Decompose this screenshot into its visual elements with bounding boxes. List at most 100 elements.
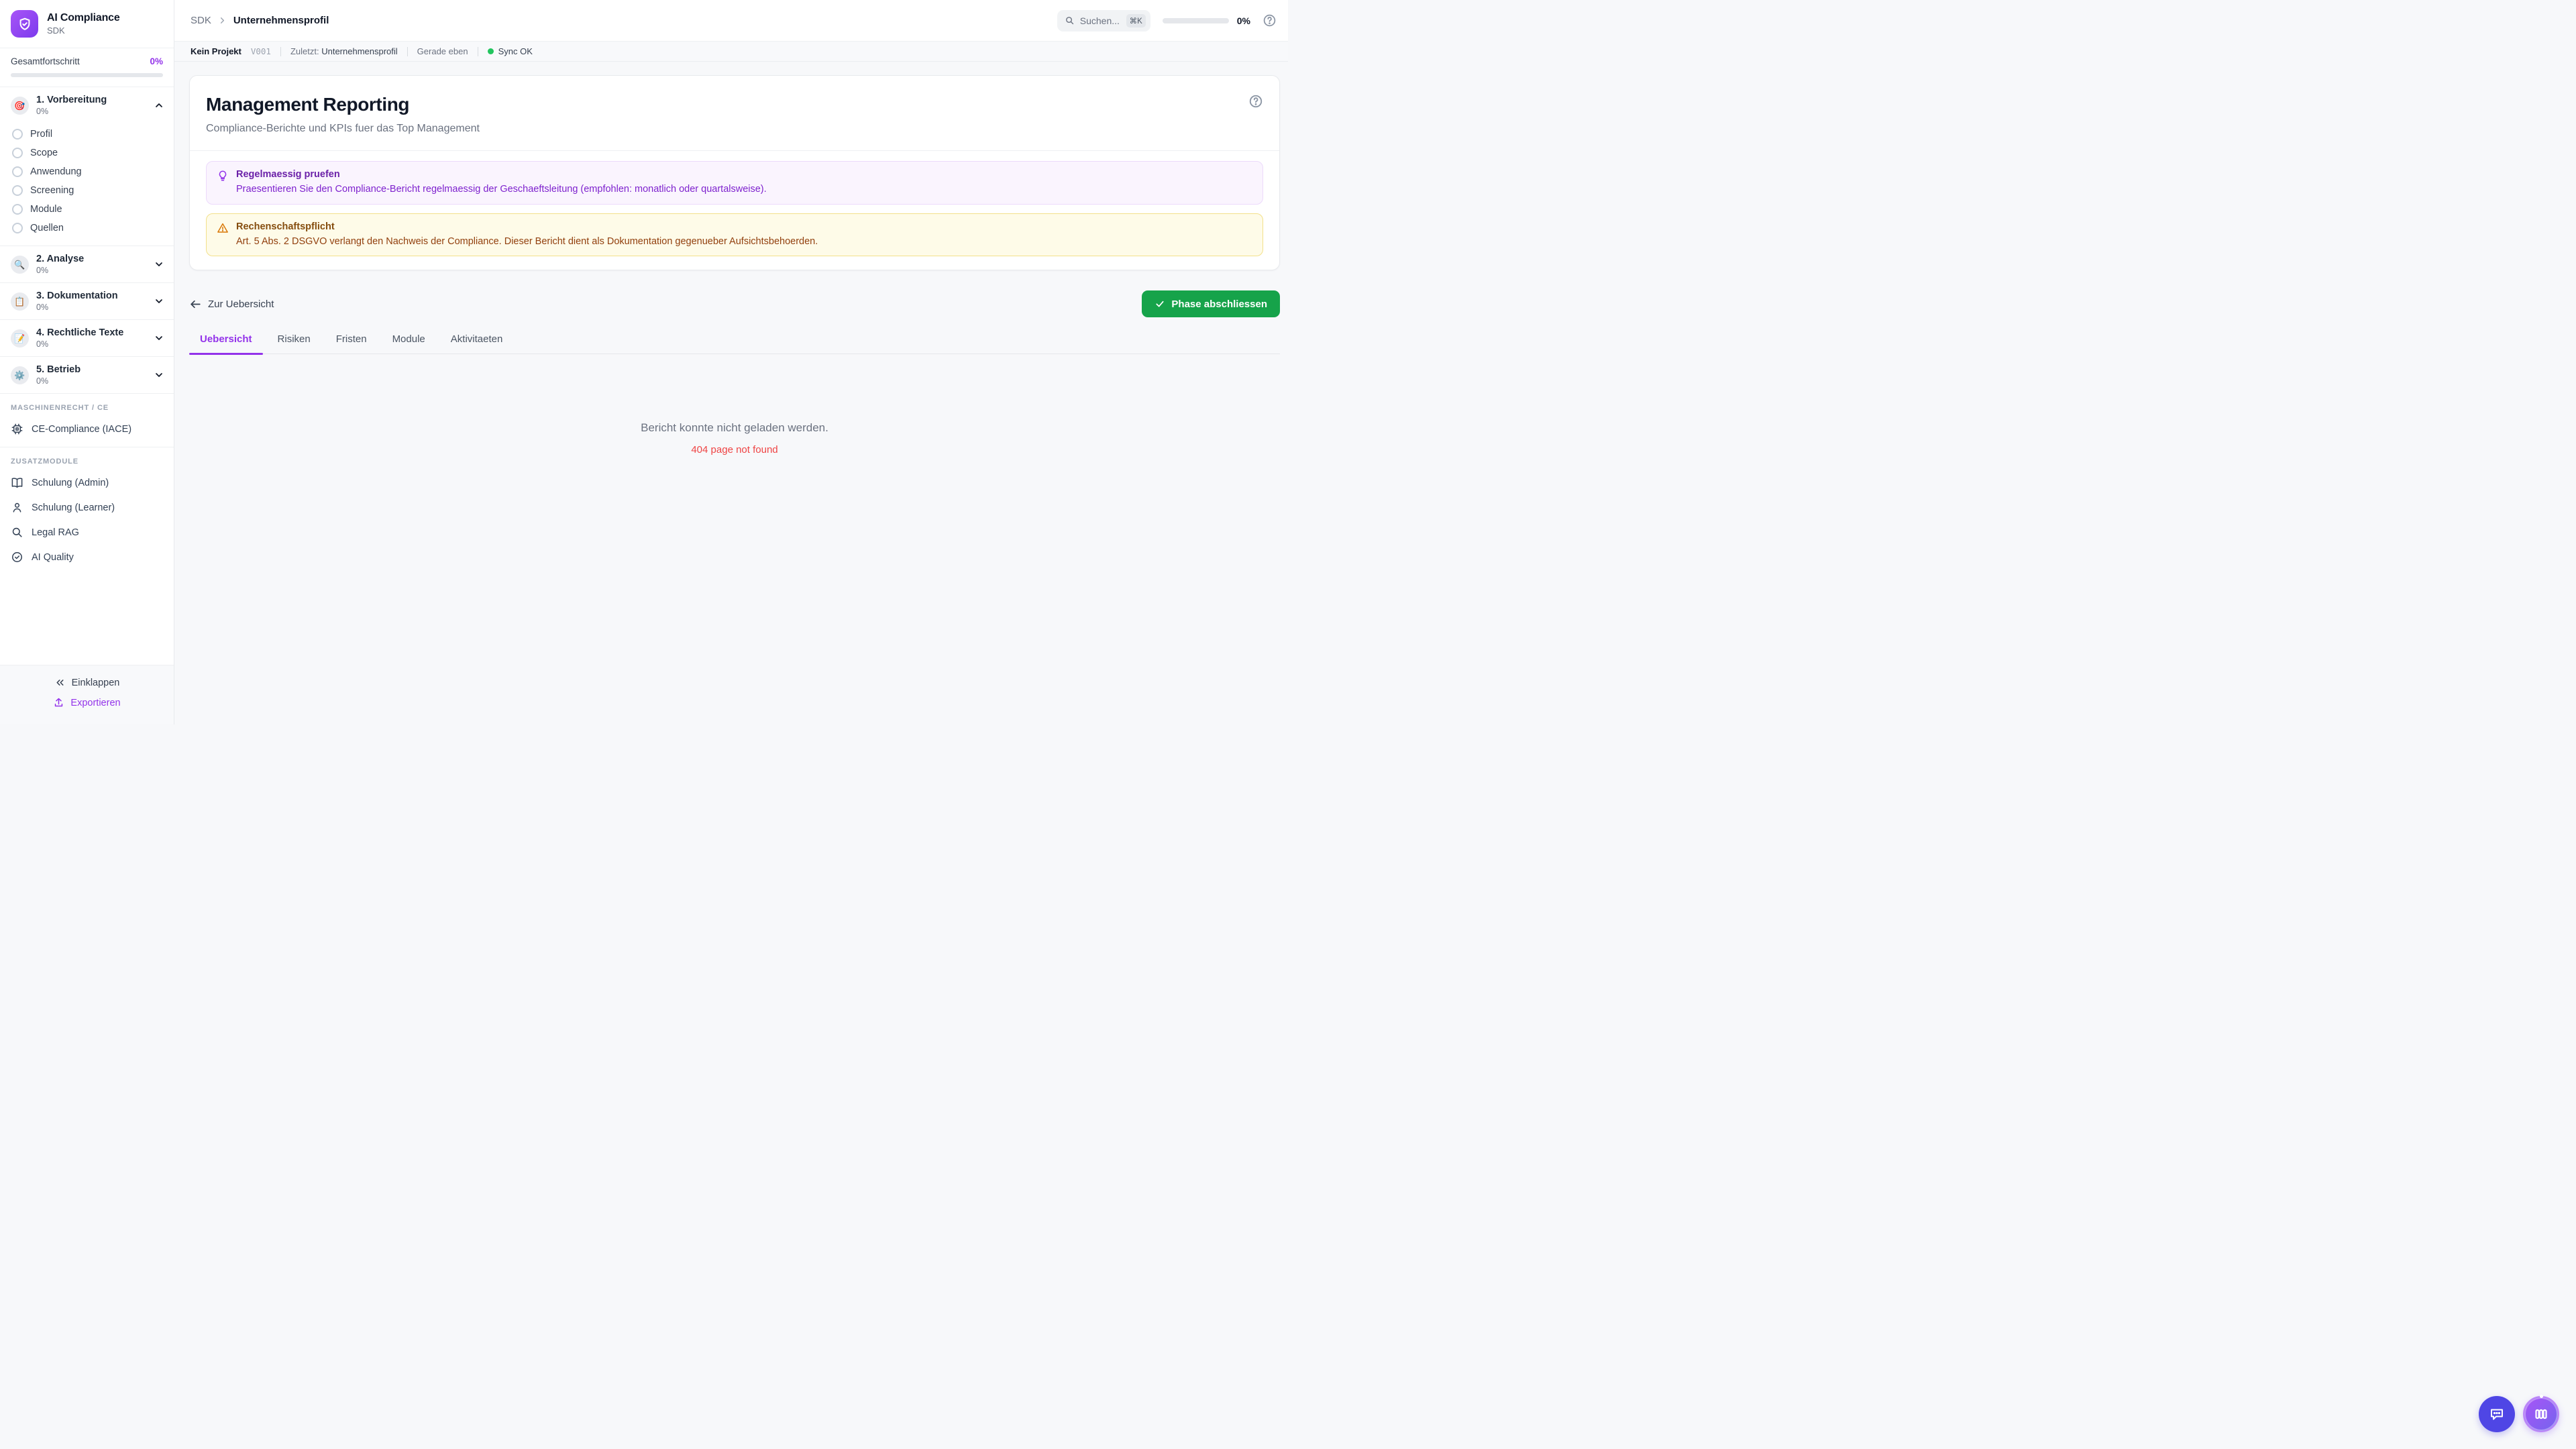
hint-box-tip: Regelmaessig pruefen Praesentieren Sie d… <box>206 161 1263 205</box>
phase-item-dokumentation[interactable]: 📋 3. Dokumentation 0% <box>0 282 174 319</box>
phase-label: 5. Betrieb <box>36 364 81 375</box>
radio-circle-icon <box>12 129 23 140</box>
sidebar-item-legal-rag[interactable]: Legal RAG <box>0 520 174 545</box>
tab-risiken[interactable]: Risiken <box>267 333 321 354</box>
gear-emoji-icon: ⚙️ <box>11 366 29 384</box>
tab-aktivitaeten[interactable]: Aktivitaeten <box>440 333 514 354</box>
book-icon <box>11 476 23 489</box>
hint-title: Rechenschaftspflicht <box>236 221 335 232</box>
chat-bubble-icon <box>2489 1406 2505 1422</box>
sidebar-item-schulung-admin[interactable]: Schulung (Admin) <box>0 470 174 495</box>
phase-progress: 0% <box>36 107 49 116</box>
module-label: Schulung (Learner) <box>32 502 115 513</box>
hint-title: Regelmaessig pruefen <box>236 169 340 180</box>
help-icon[interactable] <box>1248 94 1263 109</box>
phase-label: 1. Vorbereitung <box>36 95 107 105</box>
module-label: Schulung (Admin) <box>32 477 109 488</box>
user-icon <box>11 501 23 514</box>
chevron-down-icon <box>154 370 164 380</box>
hint-body: Art. 5 Abs. 2 DSGVO verlangt den Nachwei… <box>236 235 818 247</box>
chevron-down-icon <box>154 259 164 270</box>
page-title: Management Reporting <box>206 94 410 115</box>
shield-check-icon <box>11 10 38 38</box>
chevron-up-icon <box>154 100 164 111</box>
phase-item-betrieb[interactable]: ⚙️ 5. Betrieb 0% <box>0 356 174 393</box>
upload-icon <box>53 697 64 708</box>
last-visited-value: Unternehmensprofil <box>321 46 398 56</box>
phase-item-analyse[interactable]: 🔍 2. Analyse 0% <box>0 246 174 282</box>
back-link-label: Zur Uebersicht <box>208 298 274 310</box>
actions-row: Zur Uebersicht Phase abschliessen <box>189 290 1280 318</box>
module-label: Legal RAG <box>32 527 79 538</box>
phase-label: 3. Dokumentation <box>36 290 118 301</box>
help-icon[interactable] <box>1263 13 1277 28</box>
overall-progress-bar <box>11 73 163 77</box>
app-name: AI Compliance <box>47 12 120 23</box>
tab-uebersicht[interactable]: Uebersicht <box>189 333 263 356</box>
double-chevron-left-icon <box>54 677 66 688</box>
check-circle-icon <box>11 551 23 564</box>
header-progress: 0% <box>1162 15 1250 26</box>
sidebar-item-profil[interactable]: Profil <box>0 125 174 144</box>
floating-buttons <box>2479 1395 2559 1432</box>
header-progress-value: 0% <box>1236 15 1250 26</box>
sidebar-item-module[interactable]: Module <box>0 200 174 219</box>
page-subtitle: Compliance-Berichte und KPIs fuer das To… <box>206 123 480 134</box>
empty-state: Bericht konnte nicht geladen werden. 404… <box>189 421 1280 455</box>
main-area: SDK Unternehmensprofil Suchen... ⌘K 0% K… <box>174 0 1288 724</box>
breadcrumb-current: Unternehmensprofil <box>233 15 329 26</box>
sidebar: AI Compliance SDK Gesamtfortschritt 0% 🎯… <box>0 0 174 724</box>
sidebar-item-screening[interactable]: Screening <box>0 181 174 200</box>
tab-bar: Uebersicht Risiken Fristen Module Aktivi… <box>189 333 1280 356</box>
sidebar-item-ai-quality[interactable]: AI Quality <box>0 545 174 570</box>
warning-triangle-icon <box>217 222 229 234</box>
sidebar-item-scope[interactable]: Scope <box>0 144 174 162</box>
chevron-right-icon <box>217 15 227 25</box>
phase-subitems: Profil Scope Anwendung Screening Module … <box>0 123 174 246</box>
phase-item-vorbereitung[interactable]: 🎯 1. Vorbereitung 0% <box>0 87 174 123</box>
check-icon <box>1155 299 1165 309</box>
subitem-label: Profil <box>30 129 53 140</box>
radio-circle-icon <box>12 185 23 196</box>
subitem-label: Anwendung <box>30 166 82 177</box>
phase-progress: 0% <box>36 266 49 275</box>
arrow-left-icon <box>189 298 202 311</box>
phase-label: 4. Rechtliche Texte <box>36 327 124 338</box>
subitem-label: Screening <box>30 185 74 196</box>
subitem-label: Scope <box>30 148 58 158</box>
phase-item-rechtliche-texte[interactable]: 📝 4. Rechtliche Texte 0% <box>0 319 174 356</box>
back-to-overview-link[interactable]: Zur Uebersicht <box>189 298 274 311</box>
sidebar-footer: Einklappen Exportieren <box>0 665 174 724</box>
columns-icon <box>2533 1406 2549 1422</box>
complete-phase-button[interactable]: Phase abschliessen <box>1142 290 1280 318</box>
tab-fristen[interactable]: Fristen <box>325 333 378 354</box>
search-input[interactable]: Suchen... ⌘K <box>1057 9 1150 32</box>
subitem-label: Module <box>30 204 62 215</box>
radio-circle-icon <box>12 204 23 215</box>
sidebar-item-anwendung[interactable]: Anwendung <box>0 162 174 181</box>
header-progress-bar <box>1162 17 1229 23</box>
tab-module[interactable]: Module <box>382 333 436 354</box>
search-icon <box>11 526 23 539</box>
last-saved-time: Gerade eben <box>417 46 468 56</box>
phase-progress: 0% <box>36 376 49 386</box>
overall-progress-value: 0% <box>150 56 163 66</box>
subitem-label: Quellen <box>30 223 64 233</box>
sidebar-item-ce-compliance[interactable]: CE-Compliance (IACE) <box>0 417 174 441</box>
chat-button[interactable] <box>2479 1396 2515 1432</box>
phase-progress: 0% <box>36 303 49 312</box>
hint-list: Regelmaessig pruefen Praesentieren Sie d… <box>190 150 1279 270</box>
export-button[interactable]: Exportieren <box>53 697 121 708</box>
magnifier-emoji-icon: 🔍 <box>11 255 29 274</box>
search-icon <box>1065 15 1075 25</box>
sidebar-item-schulung-learner[interactable]: Schulung (Learner) <box>0 495 174 520</box>
chevron-down-icon <box>154 333 164 343</box>
breadcrumb-root[interactable]: SDK <box>191 15 211 26</box>
radio-circle-icon <box>12 166 23 177</box>
error-404-text: 404 page not found <box>691 444 778 456</box>
sidebar-item-quellen[interactable]: Quellen <box>0 219 174 237</box>
last-visited-label: Zuletzt: <box>290 46 319 56</box>
collapse-sidebar-button[interactable]: Einklappen <box>54 677 119 688</box>
sync-status: Sync OK <box>487 46 533 56</box>
panels-button[interactable] <box>2523 1395 2559 1432</box>
